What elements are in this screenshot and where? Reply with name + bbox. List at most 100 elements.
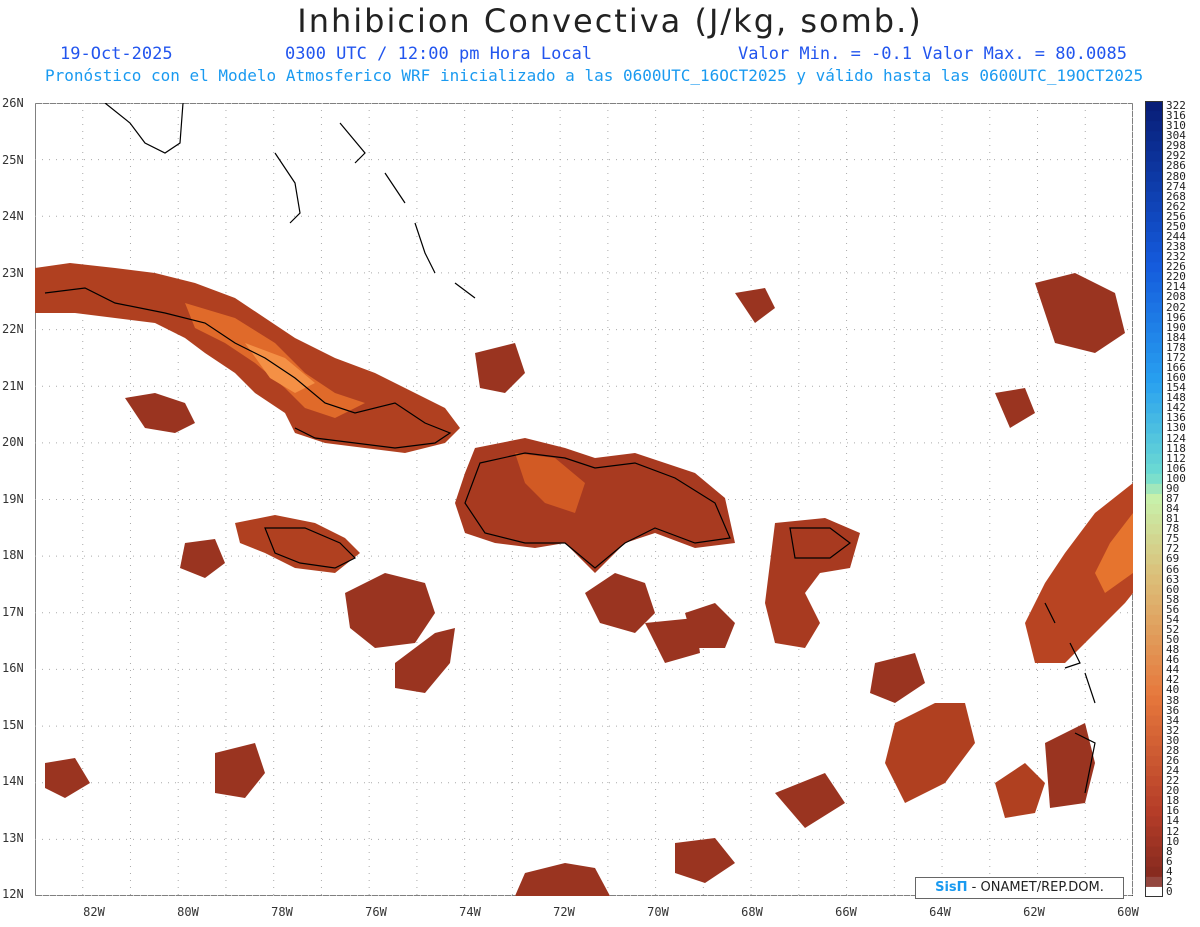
lat-label: 21N: [2, 379, 24, 393]
colorbar-swatch: [1145, 383, 1163, 394]
colorbar-swatch: [1145, 846, 1163, 858]
colorbar-swatch: [1145, 312, 1163, 324]
colorbar-swatch: [1145, 221, 1163, 233]
colorbar-swatch: [1145, 786, 1163, 797]
colorbar-swatch: [1145, 141, 1163, 152]
colorbar-swatch: [1145, 252, 1163, 263]
colorbar-swatch: [1145, 161, 1163, 173]
colorbar-swatch: [1145, 685, 1163, 696]
lat-label: 12N: [2, 887, 24, 901]
colorbar-swatch: [1145, 393, 1163, 404]
colorbar-swatch: [1145, 635, 1163, 646]
credit-box: SisΠ - ONAMET/REP.DOM.: [915, 877, 1124, 899]
colorbar-swatch: [1145, 191, 1163, 203]
brand-logo-text: SisΠ: [935, 880, 968, 895]
colorbar-swatch: [1145, 272, 1163, 283]
lon-label: 62W: [1023, 905, 1045, 919]
colorbar-swatch: [1145, 755, 1163, 767]
colorbar-swatch: [1145, 493, 1163, 505]
colorbar-swatch: [1145, 584, 1163, 596]
colorbar-swatch: [1145, 101, 1163, 112]
colorbar-swatch: [1145, 604, 1163, 616]
lat-label: 17N: [2, 605, 24, 619]
lat-label: 19N: [2, 492, 24, 506]
colorbar-swatch: [1145, 735, 1163, 747]
colorbar-swatch: [1145, 886, 1163, 897]
lat-label: 14N: [2, 774, 24, 788]
colorbar-swatch: [1145, 453, 1163, 465]
colorbar-swatch: [1145, 715, 1163, 727]
lat-label: 26N: [2, 96, 24, 110]
colorbar-swatch: [1145, 111, 1163, 122]
colorbar-swatch: [1145, 121, 1163, 132]
colorbar-swatch: [1145, 544, 1163, 555]
colorbar-swatch: [1145, 473, 1163, 485]
colorbar-swatch: [1145, 322, 1163, 334]
lat-label: 22N: [2, 322, 24, 336]
colorbar-swatch: [1145, 413, 1163, 424]
lat-label: 16N: [2, 661, 24, 675]
colorbar-swatch: [1145, 725, 1163, 737]
colorbar-swatch: [1145, 463, 1163, 475]
colorbar-swatch: [1145, 262, 1163, 273]
lat-label: 25N: [2, 153, 24, 167]
colorbar-swatch: [1145, 181, 1163, 193]
lon-label: 80W: [177, 905, 199, 919]
map-title: Inhibicion Convectiva (J/kg, somb.): [297, 2, 923, 40]
colorbar-swatch: [1145, 796, 1163, 807]
colorbar-swatch: [1145, 433, 1163, 445]
colorbar-swatch: [1145, 443, 1163, 455]
colorbar-swatch: [1145, 866, 1163, 878]
colorbar-swatch: [1145, 524, 1163, 535]
colorbar-swatch: [1145, 816, 1163, 827]
lon-label: 64W: [929, 905, 951, 919]
colorbar-swatch: [1145, 574, 1163, 586]
colorbar-swatch: [1145, 645, 1163, 656]
colorbar-swatch: [1145, 534, 1163, 545]
colorbar-swatch: [1145, 766, 1163, 777]
lon-label: 68W: [741, 905, 763, 919]
colorbar-swatch: [1145, 423, 1163, 435]
colorbar-swatch: [1145, 171, 1163, 183]
lat-label: 13N: [2, 831, 24, 845]
colorbar-swatch: [1145, 302, 1163, 314]
colorbar-swatch: [1145, 776, 1163, 787]
forecast-date: 19-Oct-2025: [60, 44, 173, 64]
credit-text: - ONAMET/REP.DOM.: [971, 880, 1104, 895]
lon-label: 60W: [1117, 905, 1139, 919]
lat-label: 18N: [2, 548, 24, 562]
colorbar-swatch: [1145, 403, 1163, 414]
lat-label: 20N: [2, 435, 24, 449]
lon-label: 72W: [553, 905, 575, 919]
colorbar-swatch: [1145, 362, 1163, 374]
lon-label: 70W: [647, 905, 669, 919]
colorbar-swatch: [1145, 614, 1163, 626]
colorbar-swatch: [1145, 373, 1163, 384]
colorbar-swatch: [1145, 806, 1163, 817]
colorbar-swatch: [1145, 201, 1163, 213]
colorbar: [1145, 101, 1163, 897]
colorbar-label: 0: [1166, 884, 1173, 898]
colorbar-swatch: [1145, 745, 1163, 757]
colorbar-swatch: [1145, 504, 1163, 515]
lon-label: 74W: [459, 905, 481, 919]
model-subtitle: Pronóstico con el Modelo Atmosferico WRF…: [45, 66, 1144, 85]
colorbar-swatch: [1145, 514, 1163, 525]
colorbar-swatch: [1145, 131, 1163, 142]
colorbar-swatch: [1145, 352, 1163, 364]
forecast-time: 0300 UTC / 12:00 pm Hora Local: [285, 44, 593, 64]
colorbar-swatch: [1145, 342, 1163, 354]
lon-label: 78W: [271, 905, 293, 919]
colorbar-swatch: [1145, 655, 1163, 666]
colorbar-swatch: [1145, 856, 1163, 868]
colorbar-swatch: [1145, 695, 1163, 707]
colorbar-swatch: [1145, 836, 1163, 848]
colorbar-swatch: [1145, 231, 1163, 243]
lat-label: 24N: [2, 209, 24, 223]
colorbar-swatch: [1145, 242, 1163, 253]
lat-label: 23N: [2, 266, 24, 280]
colorbar-swatch: [1145, 292, 1163, 304]
colorbar-swatch: [1145, 665, 1163, 676]
colorbar-swatch: [1145, 554, 1163, 565]
colorbar-swatch: [1145, 594, 1163, 606]
